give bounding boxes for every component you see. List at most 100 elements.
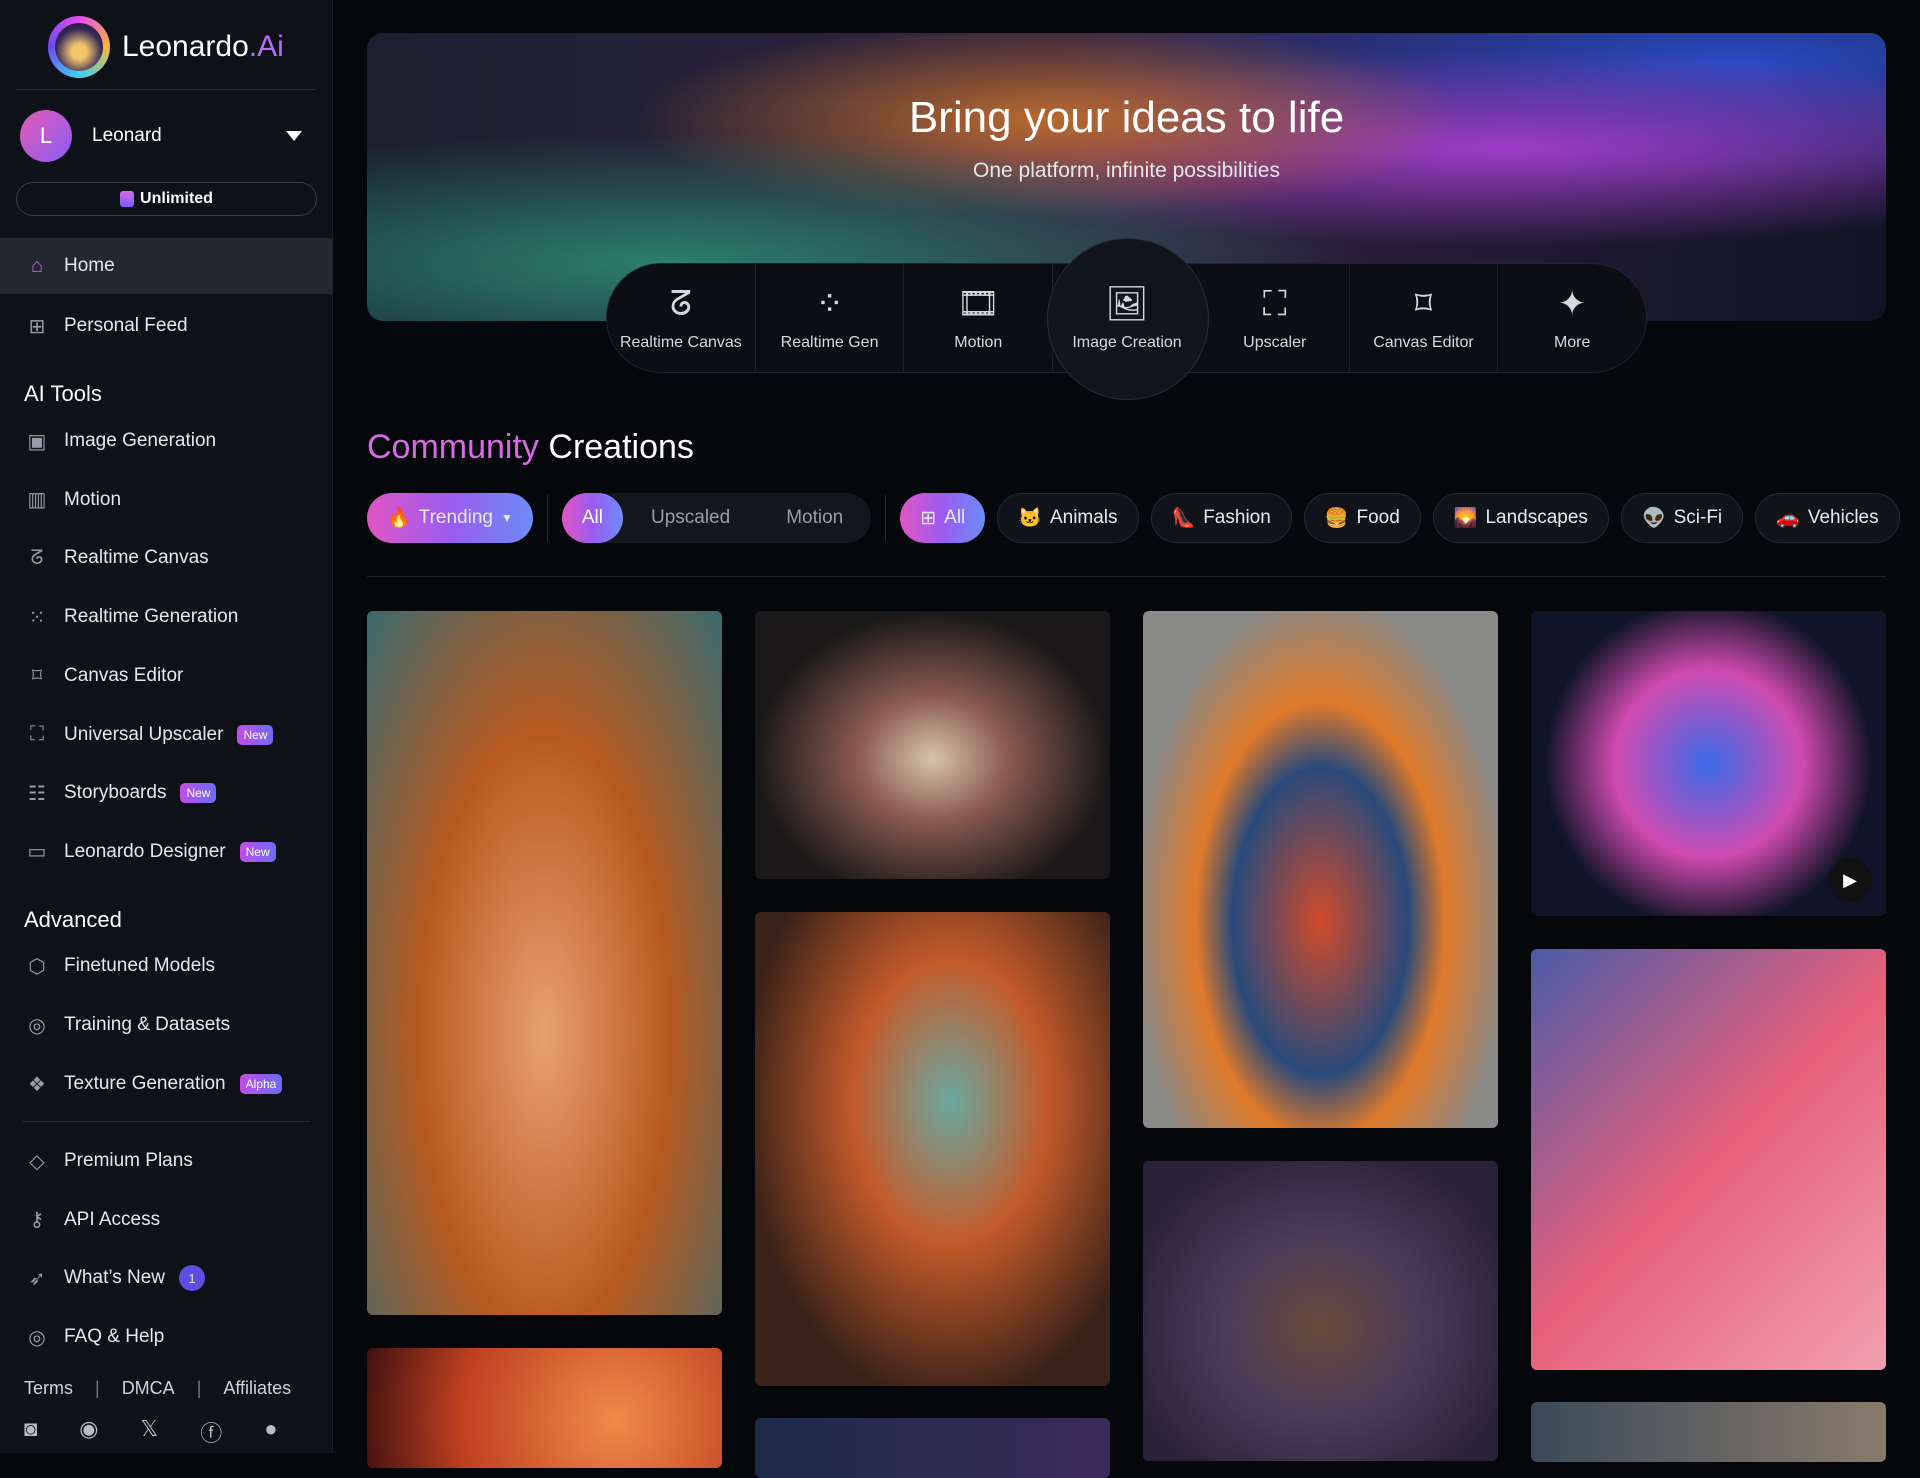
- sidebar-item-faq-help[interactable]: ◎FAQ & Help: [0, 1309, 333, 1365]
- category-label: Animals: [1050, 507, 1118, 529]
- tool-label: Canvas Editor: [1373, 334, 1474, 352]
- tool-upscaler[interactable]: ⛶Upscaler: [1201, 264, 1350, 372]
- nav-label: Universal Upscaler: [64, 724, 223, 746]
- nav-label: Personal Feed: [64, 315, 188, 337]
- category-animals[interactable]: 🐱Animals: [997, 493, 1138, 543]
- sidebar-item-universal-upscaler[interactable]: ⛶ Universal Upscaler New: [0, 707, 333, 763]
- separator: |: [95, 1378, 100, 1399]
- tool-motion[interactable]: 🎞Motion: [904, 264, 1053, 372]
- category-label: Vehicles: [1808, 507, 1879, 529]
- section-heading-ai-tools: AI Tools: [24, 381, 102, 407]
- nav-label: Storyboards: [64, 782, 166, 804]
- sidebar-item-realtime-generation[interactable]: ⁙Realtime Generation: [0, 589, 333, 645]
- divider: [547, 495, 548, 541]
- creation-card[interactable]: [755, 611, 1110, 879]
- category-all[interactable]: ⊞All: [900, 493, 985, 543]
- creation-card[interactable]: [755, 912, 1110, 1386]
- creation-card[interactable]: [1143, 611, 1498, 1128]
- sort-dropdown[interactable]: 🔥Trending▼: [367, 493, 533, 543]
- tool-canvas-editor[interactable]: ⌑ Canvas Editor: [1350, 264, 1499, 372]
- category-food[interactable]: 🍔 Food: [1304, 493, 1421, 543]
- user-menu[interactable]: L Leonard: [20, 110, 310, 162]
- x-icon[interactable]: 𝕏: [141, 1416, 159, 1448]
- badge: Alpha: [240, 1074, 283, 1094]
- hero-subtitle: One platform, infinite possibilities: [367, 159, 1886, 183]
- creation-card[interactable]: [367, 611, 722, 1315]
- tool-label: Motion: [954, 334, 1002, 352]
- type-motion[interactable]: Motion: [758, 493, 871, 543]
- affiliates-link[interactable]: Affiliates: [223, 1378, 291, 1399]
- category-label: Fashion: [1203, 507, 1271, 529]
- home-icon: ⌂: [24, 253, 50, 279]
- creation-card[interactable]: ▶: [1531, 611, 1886, 916]
- sidebar-item-texture-generation[interactable]: ❖Texture GenerationAlpha: [0, 1056, 333, 1112]
- texture-icon: ❖: [24, 1071, 50, 1097]
- sidebar-item-realtime-canvas[interactable]: ᘔRealtime Canvas: [0, 530, 333, 586]
- rocket-icon: ➶: [24, 1265, 50, 1291]
- category-fashion[interactable]: 👠Fashion: [1151, 493, 1292, 543]
- creation-card[interactable]: [1531, 1402, 1886, 1462]
- food-icon: 🍔: [1325, 506, 1349, 530]
- category-sci-fi[interactable]: 👽Sci-Fi: [1621, 493, 1743, 543]
- reddit-icon[interactable]: ◉: [79, 1416, 98, 1448]
- chevron-down-icon[interactable]: [286, 131, 302, 141]
- sidebar-item-leonardo-designer[interactable]: ▭Leonardo DesignerNew: [0, 824, 333, 880]
- plan-badge[interactable]: Unlimited: [16, 182, 317, 216]
- tool-label: Image Creation: [1072, 334, 1181, 352]
- sidebar-item-api-access[interactable]: ⚷API Access: [0, 1192, 333, 1248]
- image-icon: ▣: [24, 428, 50, 454]
- more-icon: ✦: [1558, 284, 1587, 324]
- facebook-icon[interactable]: ⓕ: [200, 1416, 222, 1448]
- category-landscapes[interactable]: 🌄Landscapes: [1433, 493, 1609, 543]
- badge: New: [237, 725, 273, 745]
- sidebar-item-storyboards[interactable]: ☷StoryboardsNew: [0, 765, 333, 821]
- creation-card[interactable]: [1531, 949, 1886, 1370]
- nav-label: Training & Datasets: [64, 1014, 230, 1036]
- divider: [22, 1121, 310, 1122]
- tool-label: Upscaler: [1243, 334, 1306, 352]
- sidebar-item-what-s-new[interactable]: ➶What’s New1: [0, 1250, 333, 1306]
- landscapes-icon: 🌄: [1454, 506, 1478, 530]
- tool-image-creation[interactable]: 🖼Image Creation: [1053, 264, 1201, 372]
- terms-link[interactable]: Terms: [24, 1378, 73, 1399]
- sort-label: Trending: [419, 507, 493, 529]
- creation-card[interactable]: [367, 1348, 722, 1468]
- sidebar-item-finetuned-models[interactable]: ⬡Finetuned Models: [0, 938, 333, 994]
- plan-label: Unlimited: [140, 190, 213, 208]
- realtime-gen-icon: ⁘: [815, 284, 844, 324]
- upscale-icon: ⛶: [24, 722, 50, 748]
- creation-card[interactable]: [1143, 1161, 1498, 1461]
- canvas-editor-icon: ⌑: [1415, 284, 1432, 324]
- brand-suffix: .Ai: [249, 30, 284, 63]
- divider: [16, 89, 316, 90]
- apple-icon[interactable]: ●: [264, 1416, 277, 1448]
- footer-links: Terms| DMCA| Affiliates: [24, 1378, 291, 1399]
- play-icon[interactable]: ▶: [1828, 858, 1872, 902]
- sidebar-item-training-datasets[interactable]: ◎Training & Datasets: [0, 997, 333, 1053]
- divider: [885, 495, 886, 541]
- sidebar-item-canvas-editor[interactable]: ⌑Canvas Editor: [0, 648, 333, 704]
- sidebar-item-premium-plans[interactable]: ◇Premium Plans: [0, 1133, 333, 1189]
- badge: New: [180, 783, 216, 803]
- sidebar-item-home[interactable]: ⌂Home: [0, 238, 333, 294]
- dmca-link[interactable]: DMCA: [122, 1378, 175, 1399]
- category-label: Food: [1356, 507, 1399, 529]
- sidebar-item-image-generation[interactable]: ▣Image Generation: [0, 413, 333, 469]
- tool-more[interactable]: ✦More: [1498, 264, 1646, 372]
- nav-label: Premium Plans: [64, 1150, 193, 1172]
- tool-realtime-gen[interactable]: ⁘Realtime Gen: [756, 264, 905, 372]
- type-all[interactable]: All: [562, 493, 623, 543]
- creation-card[interactable]: [755, 1418, 1110, 1478]
- type-upscaled[interactable]: Upscaled: [623, 493, 758, 543]
- nav-label: Motion: [64, 489, 121, 511]
- category-label: Sci-Fi: [1674, 507, 1723, 529]
- sidebar-item-motion[interactable]: ▥Motion: [0, 472, 333, 528]
- logo[interactable]: Leonardo.Ai: [48, 16, 284, 78]
- nav-label: API Access: [64, 1209, 160, 1231]
- discord-icon[interactable]: ◙: [24, 1416, 37, 1448]
- type-segmented-control: All Upscaled Motion: [562, 493, 871, 543]
- all-icon: ⊞: [920, 507, 936, 530]
- sidebar-item-personal-feed[interactable]: ⊞Personal Feed: [0, 298, 333, 354]
- tool-realtime-canvas[interactable]: ᘔRealtime Canvas: [607, 264, 756, 372]
- category-vehicles[interactable]: 🚗Vehicles: [1755, 493, 1899, 543]
